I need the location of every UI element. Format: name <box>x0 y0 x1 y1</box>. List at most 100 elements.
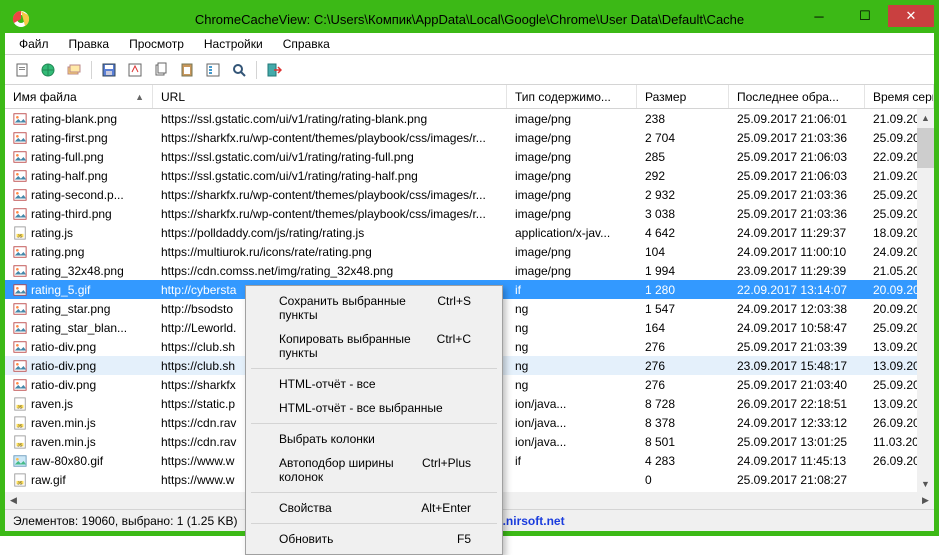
cell-filename: raw-80x80.gif <box>5 454 153 468</box>
cell-size: 8 728 <box>637 397 729 411</box>
sort-indicator-icon: ▲ <box>135 92 144 102</box>
cell-mod: 25.09.2017 13:01:25 <box>729 435 865 449</box>
context-menu-item[interactable]: Копировать выбранные пунктыCtrl+C <box>249 327 499 365</box>
col-size[interactable]: Размер <box>637 85 729 108</box>
cell-type: ng <box>507 359 637 373</box>
cell-size: 3 038 <box>637 207 729 221</box>
cell-filename: JSraven.min.js <box>5 435 153 449</box>
cell-url: https://sharkfx.ru/wp-content/themes/pla… <box>153 188 507 202</box>
table-row[interactable]: JSrating.jshttps://polldaddy.com/js/rati… <box>5 223 934 242</box>
status-left: Элементов: 19060, выбрано: 1 (1.25 KB) <box>13 514 237 528</box>
scroll-left-icon[interactable]: ◀ <box>5 492 22 509</box>
cell-filename: rating_5.gif <box>5 283 153 297</box>
context-menu-item[interactable]: Сохранить выбранные пунктыCtrl+S <box>249 289 499 327</box>
tool-exit-icon[interactable] <box>263 59 285 81</box>
cell-mod: 23.09.2017 15:48:17 <box>729 359 865 373</box>
scroll-up-icon[interactable]: ▲ <box>917 109 934 126</box>
cell-url: https://sharkfx.ru/wp-content/themes/pla… <box>153 207 507 221</box>
scroll-down-icon[interactable]: ▼ <box>917 475 934 492</box>
table-row[interactable]: rating-half.pnghttps://ssl.gstatic.com/u… <box>5 166 934 185</box>
cell-type: if <box>507 454 637 468</box>
tool-doc-icon[interactable] <box>11 59 33 81</box>
cell-type: image/png <box>507 112 637 126</box>
tool-save-icon[interactable] <box>98 59 120 81</box>
svg-text:JS: JS <box>17 404 22 409</box>
context-menu-item[interactable]: СвойстваAlt+Enter <box>249 496 499 520</box>
table-row[interactable]: rating-blank.pnghttps://ssl.gstatic.com/… <box>5 109 934 128</box>
cell-mod: 25.09.2017 21:06:03 <box>729 169 865 183</box>
toolbar <box>5 55 934 85</box>
cell-filename: ratio-div.png <box>5 340 153 354</box>
cell-type: ng <box>507 378 637 392</box>
cell-url: https://cdn.comss.net/img/rating_32x48.p… <box>153 264 507 278</box>
maximize-button[interactable]: ☐ <box>842 5 888 27</box>
cell-size: 4 642 <box>637 226 729 240</box>
cell-type: ng <box>507 321 637 335</box>
svg-text:JS: JS <box>17 480 22 485</box>
tool-copy-icon[interactable] <box>150 59 172 81</box>
tool-globe-icon[interactable] <box>37 59 59 81</box>
toolbar-separator <box>91 61 92 79</box>
cell-mod: 24.09.2017 11:29:37 <box>729 226 865 240</box>
menu-options[interactable]: Настройки <box>196 35 271 53</box>
svg-text:JS: JS <box>17 233 22 238</box>
scroll-thumb[interactable] <box>917 128 934 168</box>
menu-file[interactable]: Файл <box>11 35 57 53</box>
table-row[interactable]: rating-first.pnghttps://sharkfx.ru/wp-co… <box>5 128 934 147</box>
col-last-modified[interactable]: Последнее обра... <box>729 85 865 108</box>
context-menu-separator <box>251 368 497 369</box>
context-menu-item[interactable]: ОбновитьF5 <box>249 527 499 551</box>
tool-savehtml-icon[interactable] <box>124 59 146 81</box>
table-row[interactable]: rating_32x48.pnghttps://cdn.comss.net/im… <box>5 261 934 280</box>
context-menu-item[interactable]: Выбрать колонки <box>249 427 499 451</box>
cell-mod: 25.09.2017 21:03:36 <box>729 188 865 202</box>
menu-edit[interactable]: Правка <box>61 35 118 53</box>
table-row[interactable]: rating-full.pnghttps://ssl.gstatic.com/u… <box>5 147 934 166</box>
tool-props-icon[interactable] <box>202 59 224 81</box>
cell-size: 2 932 <box>637 188 729 202</box>
context-menu-separator <box>251 523 497 524</box>
cell-url: https://ssl.gstatic.com/ui/v1/rating/rat… <box>153 150 507 164</box>
cell-size: 8 378 <box>637 416 729 430</box>
app-window: ChromeCacheView: C:\Users\Компик\AppData… <box>0 0 939 536</box>
cell-mod: 24.09.2017 10:58:47 <box>729 321 865 335</box>
cell-mod: 22.09.2017 13:14:07 <box>729 283 865 297</box>
cell-type: ng <box>507 302 637 316</box>
tool-folders-icon[interactable] <box>63 59 85 81</box>
cell-filename: rating-first.png <box>5 131 153 145</box>
scroll-right-icon[interactable]: ▶ <box>917 492 934 509</box>
cell-size: 276 <box>637 340 729 354</box>
menu-view[interactable]: Просмотр <box>121 35 192 53</box>
col-content-type[interactable]: Тип содержимо... <box>507 85 637 108</box>
table-row[interactable]: rating.pnghttps://multiurok.ru/icons/rat… <box>5 242 934 261</box>
cell-size: 276 <box>637 378 729 392</box>
cell-filename: rating.png <box>5 245 153 259</box>
minimize-button[interactable]: ─ <box>796 5 842 27</box>
menu-help[interactable]: Справка <box>275 35 338 53</box>
cell-url: https://polldaddy.com/js/rating/rating.j… <box>153 226 507 240</box>
context-menu-item[interactable]: Автоподбор ширины колонокCtrl+Plus <box>249 451 499 489</box>
vertical-scrollbar[interactable]: ▲ ▼ <box>917 109 934 492</box>
context-menu-item[interactable]: HTML-отчёт - все выбранные <box>249 396 499 420</box>
tool-find-icon[interactable] <box>228 59 250 81</box>
titlebar[interactable]: ChromeCacheView: C:\Users\Компик\AppData… <box>5 5 934 33</box>
close-button[interactable]: ✕ <box>888 5 934 27</box>
col-url[interactable]: URL <box>153 85 507 108</box>
cell-filename: rating-full.png <box>5 150 153 164</box>
context-menu-item[interactable]: HTML-отчёт - все <box>249 372 499 396</box>
menubar: Файл Правка Просмотр Настройки Справка <box>5 33 934 55</box>
cell-size: 0 <box>637 473 729 487</box>
cell-filename: rating_star_blan... <box>5 321 153 335</box>
cell-type: ng <box>507 340 637 354</box>
cell-mod: 25.09.2017 21:03:36 <box>729 207 865 221</box>
table-row[interactable]: rating-third.pnghttps://sharkfx.ru/wp-co… <box>5 204 934 223</box>
cell-type: image/png <box>507 150 637 164</box>
cell-type: image/png <box>507 245 637 259</box>
cell-size: 4 283 <box>637 454 729 468</box>
col-filename[interactable]: Имя файла▲ <box>5 85 153 108</box>
col-server-time[interactable]: Время сервера <box>865 85 934 108</box>
tool-paste-icon[interactable] <box>176 59 198 81</box>
cell-filename: JSraw.gif <box>5 473 153 487</box>
cell-size: 2 704 <box>637 131 729 145</box>
table-row[interactable]: rating-second.p...https://sharkfx.ru/wp-… <box>5 185 934 204</box>
